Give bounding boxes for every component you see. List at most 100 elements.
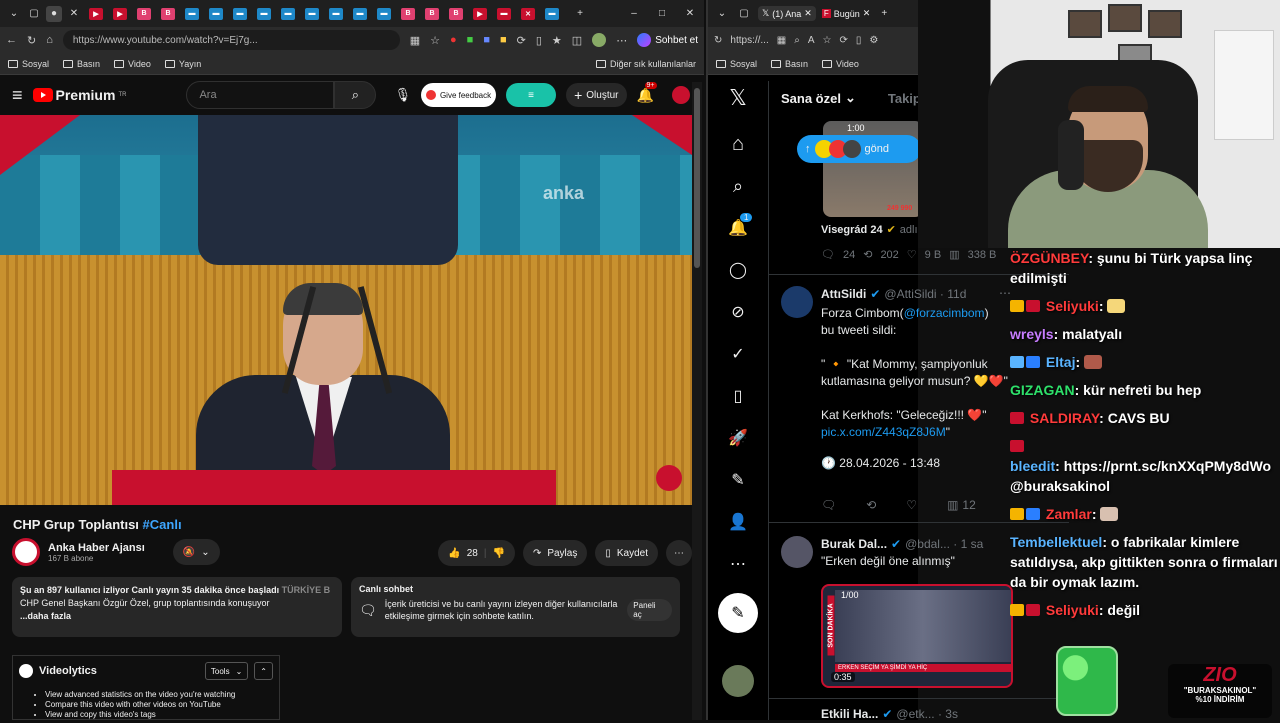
youtube-logo[interactable]: Premium TR — [32, 87, 126, 103]
refresh-icon[interactable]: ↻ — [714, 35, 722, 46]
close-tab-icon[interactable]: ✕ — [804, 8, 812, 19]
url-field[interactable]: https://www.youtube.com/watch?v=Ej7g... — [62, 30, 400, 50]
channel-name[interactable]: Anka Haber Ajansı — [48, 542, 145, 554]
bookmark-folder[interactable]: Video — [114, 59, 151, 69]
sidebar-icon[interactable]: ▯ — [536, 34, 542, 47]
tab-favicon[interactable]: B — [137, 7, 151, 20]
tweet-avatar[interactable] — [781, 536, 813, 568]
tweet[interactable]: Burak Dal... ✔ @bdal... · 1 sa "Erken de… — [821, 536, 1017, 570]
home-icon[interactable]: ⌂ — [727, 133, 749, 155]
tweet[interactable]: AttıSildi ✔ @AttiSildi · 11d Forza Cimbo… — [821, 286, 1017, 472]
tab-favicon[interactable]: ▬ — [281, 7, 295, 20]
post-button[interactable]: ✎ — [718, 593, 758, 633]
tab-favicon[interactable]: ▬ — [257, 7, 271, 20]
workspaces-icon[interactable]: ▢ — [736, 6, 752, 22]
tab-favicon[interactable]: B — [401, 7, 415, 20]
zoom-icon[interactable]: ⌕ — [794, 35, 800, 46]
tab-favicon[interactable]: ▬ — [353, 7, 367, 20]
tweet-author[interactable]: Burak Dal... — [821, 536, 887, 553]
video-player[interactable]: anka — [0, 115, 692, 505]
new-tab-icon[interactable]: + — [572, 6, 588, 22]
back-icon[interactable]: ← — [6, 34, 17, 46]
tweet-author[interactable]: AttıSildi — [821, 286, 866, 303]
x-logo-icon[interactable]: 𝕏 — [727, 85, 749, 110]
search-button[interactable]: ⌕ — [334, 81, 377, 109]
tab-bugun[interactable]: F Bugün ✕ — [821, 8, 870, 19]
like-icon[interactable]: ♡ — [907, 248, 917, 261]
verified-icon[interactable]: ✓ — [727, 343, 749, 365]
read-aloud-icon[interactable]: A — [808, 35, 815, 46]
tab-favicon[interactable]: ▬ — [377, 7, 391, 20]
videolytics-item[interactable]: View and copy this video's tags — [45, 710, 279, 720]
create-button[interactable]: + Oluştur — [566, 83, 627, 107]
other-bookmarks[interactable]: Diğer sık kullanılanlar — [595, 59, 696, 69]
workspaces-icon[interactable]: ▢ — [26, 6, 42, 22]
more-icon[interactable]: ⋯ — [616, 34, 627, 47]
feedback-button[interactable]: Give feedback — [420, 83, 497, 107]
tab-favicon[interactable]: B — [449, 7, 463, 20]
copilot-button[interactable]: Sohbet et — [637, 33, 698, 47]
repost-icon[interactable]: ⟲ — [863, 248, 872, 261]
bookmark-folder[interactable]: Sosyal — [8, 59, 49, 69]
tab-for-you[interactable]: Sana özel ⌄ — [781, 90, 856, 106]
close-tab-icon[interactable]: ✕ — [66, 6, 82, 22]
tab-list-icon[interactable]: ⌄ — [6, 6, 22, 22]
channel-avatar[interactable] — [12, 538, 40, 566]
tab-favicon[interactable]: ✕ — [521, 7, 535, 20]
bookmarks-icon[interactable]: ▯ — [727, 385, 749, 407]
collections-icon[interactable]: ◫ — [572, 34, 582, 47]
tab-favicon[interactable]: ▶ — [89, 7, 103, 20]
description-box[interactable]: Şu an 897 kullanıcı izliyor Canlı yayın … — [12, 577, 342, 637]
refresh-extension-icon[interactable]: ⟳ — [839, 35, 847, 46]
bookmark-folder[interactable]: Yayın — [164, 59, 201, 69]
thumbs-down-icon[interactable]: 👎 — [492, 548, 504, 559]
mic-icon[interactable]: 🎙 — [394, 87, 411, 103]
more-icon[interactable]: ⋯ — [727, 553, 749, 575]
mention-link[interactable]: @forzacimbom — [904, 306, 985, 320]
extension-icon[interactable]: ■ — [500, 34, 507, 46]
extension-toolbar-button[interactable]: ≡ — [506, 83, 557, 107]
notifications-button[interactable]: 🔔 9+ — [637, 81, 657, 104]
tab-favicon[interactable]: ▶ — [113, 7, 127, 20]
tab-favicon[interactable]: ▬ — [305, 7, 319, 20]
videolytics-item[interactable]: View advanced statistics on the video yo… — [45, 690, 279, 700]
refresh-icon[interactable]: ↻ — [27, 34, 36, 47]
maximize-icon[interactable]: □ — [654, 6, 670, 22]
favorite-star-icon[interactable]: ☆ — [430, 34, 440, 47]
bookmark-folder[interactable]: Video — [822, 59, 859, 69]
search-input[interactable]: Ara — [186, 81, 335, 109]
grok-icon[interactable]: ◯ — [727, 259, 749, 281]
rocket-icon[interactable]: 🚀 — [727, 427, 749, 449]
share-button[interactable]: ↷ Paylaş — [522, 540, 588, 566]
pic-link[interactable]: pic.x.com/Z443qZ8J6M — [821, 425, 946, 439]
save-button[interactable]: ▯ Kaydet — [595, 540, 658, 566]
open-panel-button[interactable]: Paneli aç — [627, 599, 672, 621]
extension-icon[interactable]: ■ — [467, 34, 474, 46]
new-posts-toast[interactable]: ↑ gönd — [797, 135, 921, 163]
lists-icon[interactable]: ✎ — [727, 469, 749, 491]
views-icon[interactable]: ▥ — [949, 248, 959, 261]
tweet-author[interactable]: Visegrád 24 — [821, 222, 883, 239]
menu-icon[interactable]: ≡ — [12, 85, 23, 106]
collapse-button[interactable]: ⌃ — [254, 662, 273, 680]
bookmark-folder[interactable]: Basın — [771, 59, 808, 69]
videolytics-item[interactable]: Compare this video with other videos on … — [45, 700, 279, 710]
tab-favicon[interactable]: B — [161, 7, 175, 20]
tab-favicon[interactable]: ▬ — [545, 7, 559, 20]
tab-list-icon[interactable]: ⌄ — [714, 6, 730, 22]
tab-favicon[interactable]: ▬ — [497, 7, 511, 20]
tweet-avatar[interactable] — [781, 286, 813, 318]
minimize-icon[interactable]: – — [626, 6, 642, 22]
reply-icon[interactable]: 🗨 — [821, 248, 835, 261]
home-icon[interactable]: ⌂ — [46, 34, 53, 46]
favorite-star-icon[interactable]: ☆ — [822, 35, 831, 46]
reply-icon[interactable]: 🗨 — [821, 498, 836, 512]
url-text[interactable]: https://... — [730, 35, 768, 46]
tab-favicon[interactable]: ▶ — [473, 7, 487, 20]
refresh-extension-icon[interactable]: ⟳ — [517, 34, 526, 47]
repost-icon[interactable]: ⟲ — [866, 498, 876, 512]
video-title-hashtag[interactable]: #Canlı — [143, 517, 182, 532]
tab-favicon[interactable]: ▬ — [209, 7, 223, 20]
extension-icon[interactable]: ● — [450, 34, 457, 46]
scrollbar-thumb[interactable] — [694, 88, 700, 268]
